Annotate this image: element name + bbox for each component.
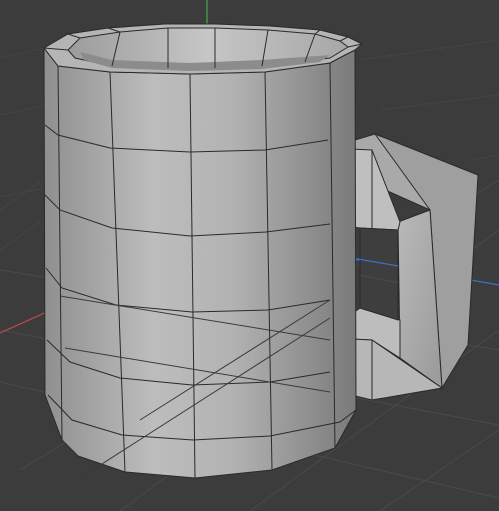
mug-mesh[interactable] xyxy=(43,23,480,479)
viewport-scene[interactable] xyxy=(0,0,499,511)
handle-hole xyxy=(359,227,399,321)
mug-body xyxy=(43,46,357,479)
3d-viewport[interactable] xyxy=(0,0,499,511)
